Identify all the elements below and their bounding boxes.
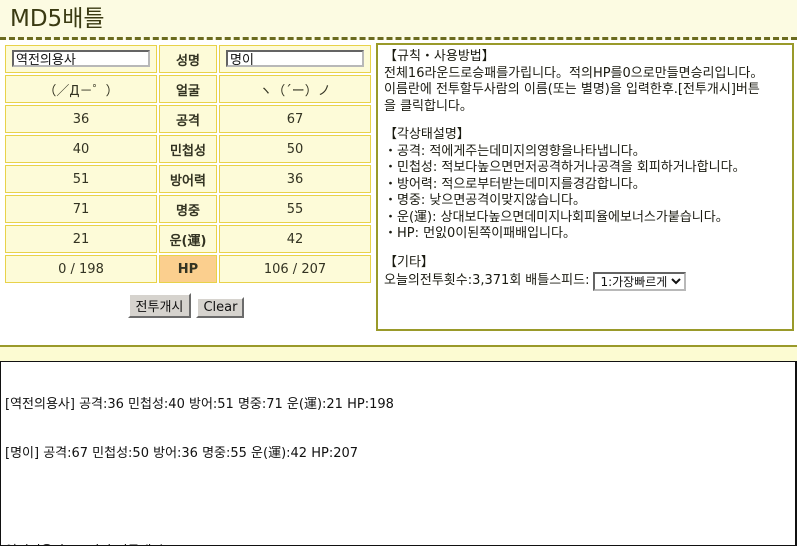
row-label-attack: 공격	[159, 105, 217, 133]
rules-stat-accuracy: ・명중: 낮으면공격이맞지않습니다。	[384, 193, 586, 208]
main-body: 성명 （／Д－゜） 얼굴 ヽ（´ー）ノ 36 공격 67	[0, 40, 797, 345]
stats-table: 성명 （／Д－゜） 얼굴 ヽ（´ー）ノ 36 공격 67	[3, 43, 373, 285]
start-battle-button[interactable]: 전투개시	[127, 293, 192, 318]
row-label-agility: 민첩성	[159, 135, 217, 163]
page-title: MD5배틀	[10, 6, 105, 32]
rules-usage-line-2: 이름란에 전투할두사람의 이름(또는 별명)을 입력한후.[전투개시]버튼	[384, 82, 760, 97]
table-row: 51 방어력 36	[5, 165, 371, 193]
log-line: 역전의용사 vs 명이 전투개시！！	[5, 544, 791, 545]
battle-speed-label: 배틀스피드:	[525, 273, 590, 289]
rules-stat-defense: ・방어력: 적으로부터받는데미지를경감합니다。	[384, 176, 646, 192]
stats-column: 성명 （／Д－゜） 얼굴 ヽ（´ー）ノ 36 공격 67	[0, 40, 372, 318]
right-accuracy-value: 55	[219, 195, 371, 223]
right-name-input[interactable]	[226, 50, 364, 67]
left-name-cell	[5, 45, 157, 73]
left-defense-value: 51	[5, 165, 157, 193]
divider-strip	[0, 345, 797, 361]
table-row: 21 운(運) 42	[5, 225, 371, 253]
battle-speed-select[interactable]: 1:가장빠르게	[593, 272, 687, 291]
right-defense-value: 36	[219, 165, 371, 193]
app-root: MD5배틀 성명 （／Д－゜） 얼	[0, 0, 797, 547]
row-label-hp: HP	[159, 255, 217, 283]
left-agility-value: 40	[5, 135, 157, 163]
button-bar: 전투개시 Clear	[3, 285, 369, 318]
right-face-value: ヽ（´ー）ノ	[219, 75, 371, 103]
table-row: 0 / 198 HP 106 / 207	[5, 255, 371, 283]
rules-stat-luck: ・운(運): 상대보다높으면데미지나회피율에보너스가붙습니다。	[384, 209, 729, 225]
battle-speed-row: 오늘의전투횟수:3,371회 배틀스피드: 1:가장빠르게	[384, 272, 786, 291]
log-blank-line	[5, 495, 791, 511]
row-label-defense: 방어력	[159, 165, 217, 193]
left-hp-value: 0 / 198	[5, 255, 157, 283]
log-line: [역전의용사] 공격:36 민첩성:40 방어:51 명중:71 운(運):21…	[5, 396, 394, 412]
rules-heading-usage: 【규칙・사용방법】	[384, 49, 495, 64]
right-name-cell	[219, 45, 371, 73]
rules-heading-other: 【기타】	[384, 254, 434, 270]
table-row: 71 명중 55	[5, 195, 371, 223]
right-attack-value: 67	[219, 105, 371, 133]
rules-usage-line-3: 을 클릭합니다。	[384, 98, 473, 114]
rules-stat-attack: ・공격: 적에게주는데미지의영향을나타냅니다。	[384, 143, 646, 159]
battle-log: [역전의용사] 공격:36 민첩성:40 방어:51 명중:71 운(運):21…	[0, 361, 797, 546]
row-label-luck: 운(運)	[159, 225, 217, 253]
page-header: MD5배틀	[0, 0, 797, 40]
right-hp-value: 106 / 207	[219, 255, 371, 283]
left-face-value: （／Д－゜）	[5, 75, 157, 103]
table-row: （／Д－゜） 얼굴 ヽ（´ー）ノ	[5, 75, 371, 103]
table-row: 40 민첩성 50	[5, 135, 371, 163]
today-battle-count: 오늘의전투횟수:3,371회	[384, 273, 522, 289]
table-row: 36 공격 67	[5, 105, 371, 133]
rules-usage-line-1: 전체16라운드로승패를가립니다。적의HP를0으로만들면승리입니다。	[384, 65, 764, 81]
left-name-input[interactable]	[12, 50, 150, 67]
rules-heading-stats: 【각상태설명】	[384, 127, 470, 142]
row-label-face: 얼굴	[159, 75, 217, 103]
rules-column: 【규칙・사용방법】 전체16라운드로승패를가립니다。적의HP를0으로만들면승리입…	[372, 40, 797, 342]
right-luck-value: 42	[219, 225, 371, 253]
table-row: 성명	[5, 45, 371, 73]
log-line: [명이] 공격:67 민첩성:50 방어:36 명중:55 운(運):42 HP…	[5, 446, 359, 462]
left-accuracy-value: 71	[5, 195, 157, 223]
rules-stat-agility: ・민첩성: 적보다높으면먼저공격하거나공격을 회피하거나합니다。	[384, 160, 746, 175]
clear-button[interactable]: Clear	[196, 297, 245, 318]
left-luck-value: 21	[5, 225, 157, 253]
left-attack-value: 36	[5, 105, 157, 133]
row-label-accuracy: 명중	[159, 195, 217, 223]
rules-stat-hp: ・HP: 먼잀0이된쪽이패배입니다。	[384, 226, 576, 241]
row-label-name: 성명	[159, 45, 217, 73]
right-agility-value: 50	[219, 135, 371, 163]
rules-panel: 【규칙・사용방법】 전체16라운드로승패를가립니다。적의HP를0으로만들면승리입…	[376, 43, 794, 331]
